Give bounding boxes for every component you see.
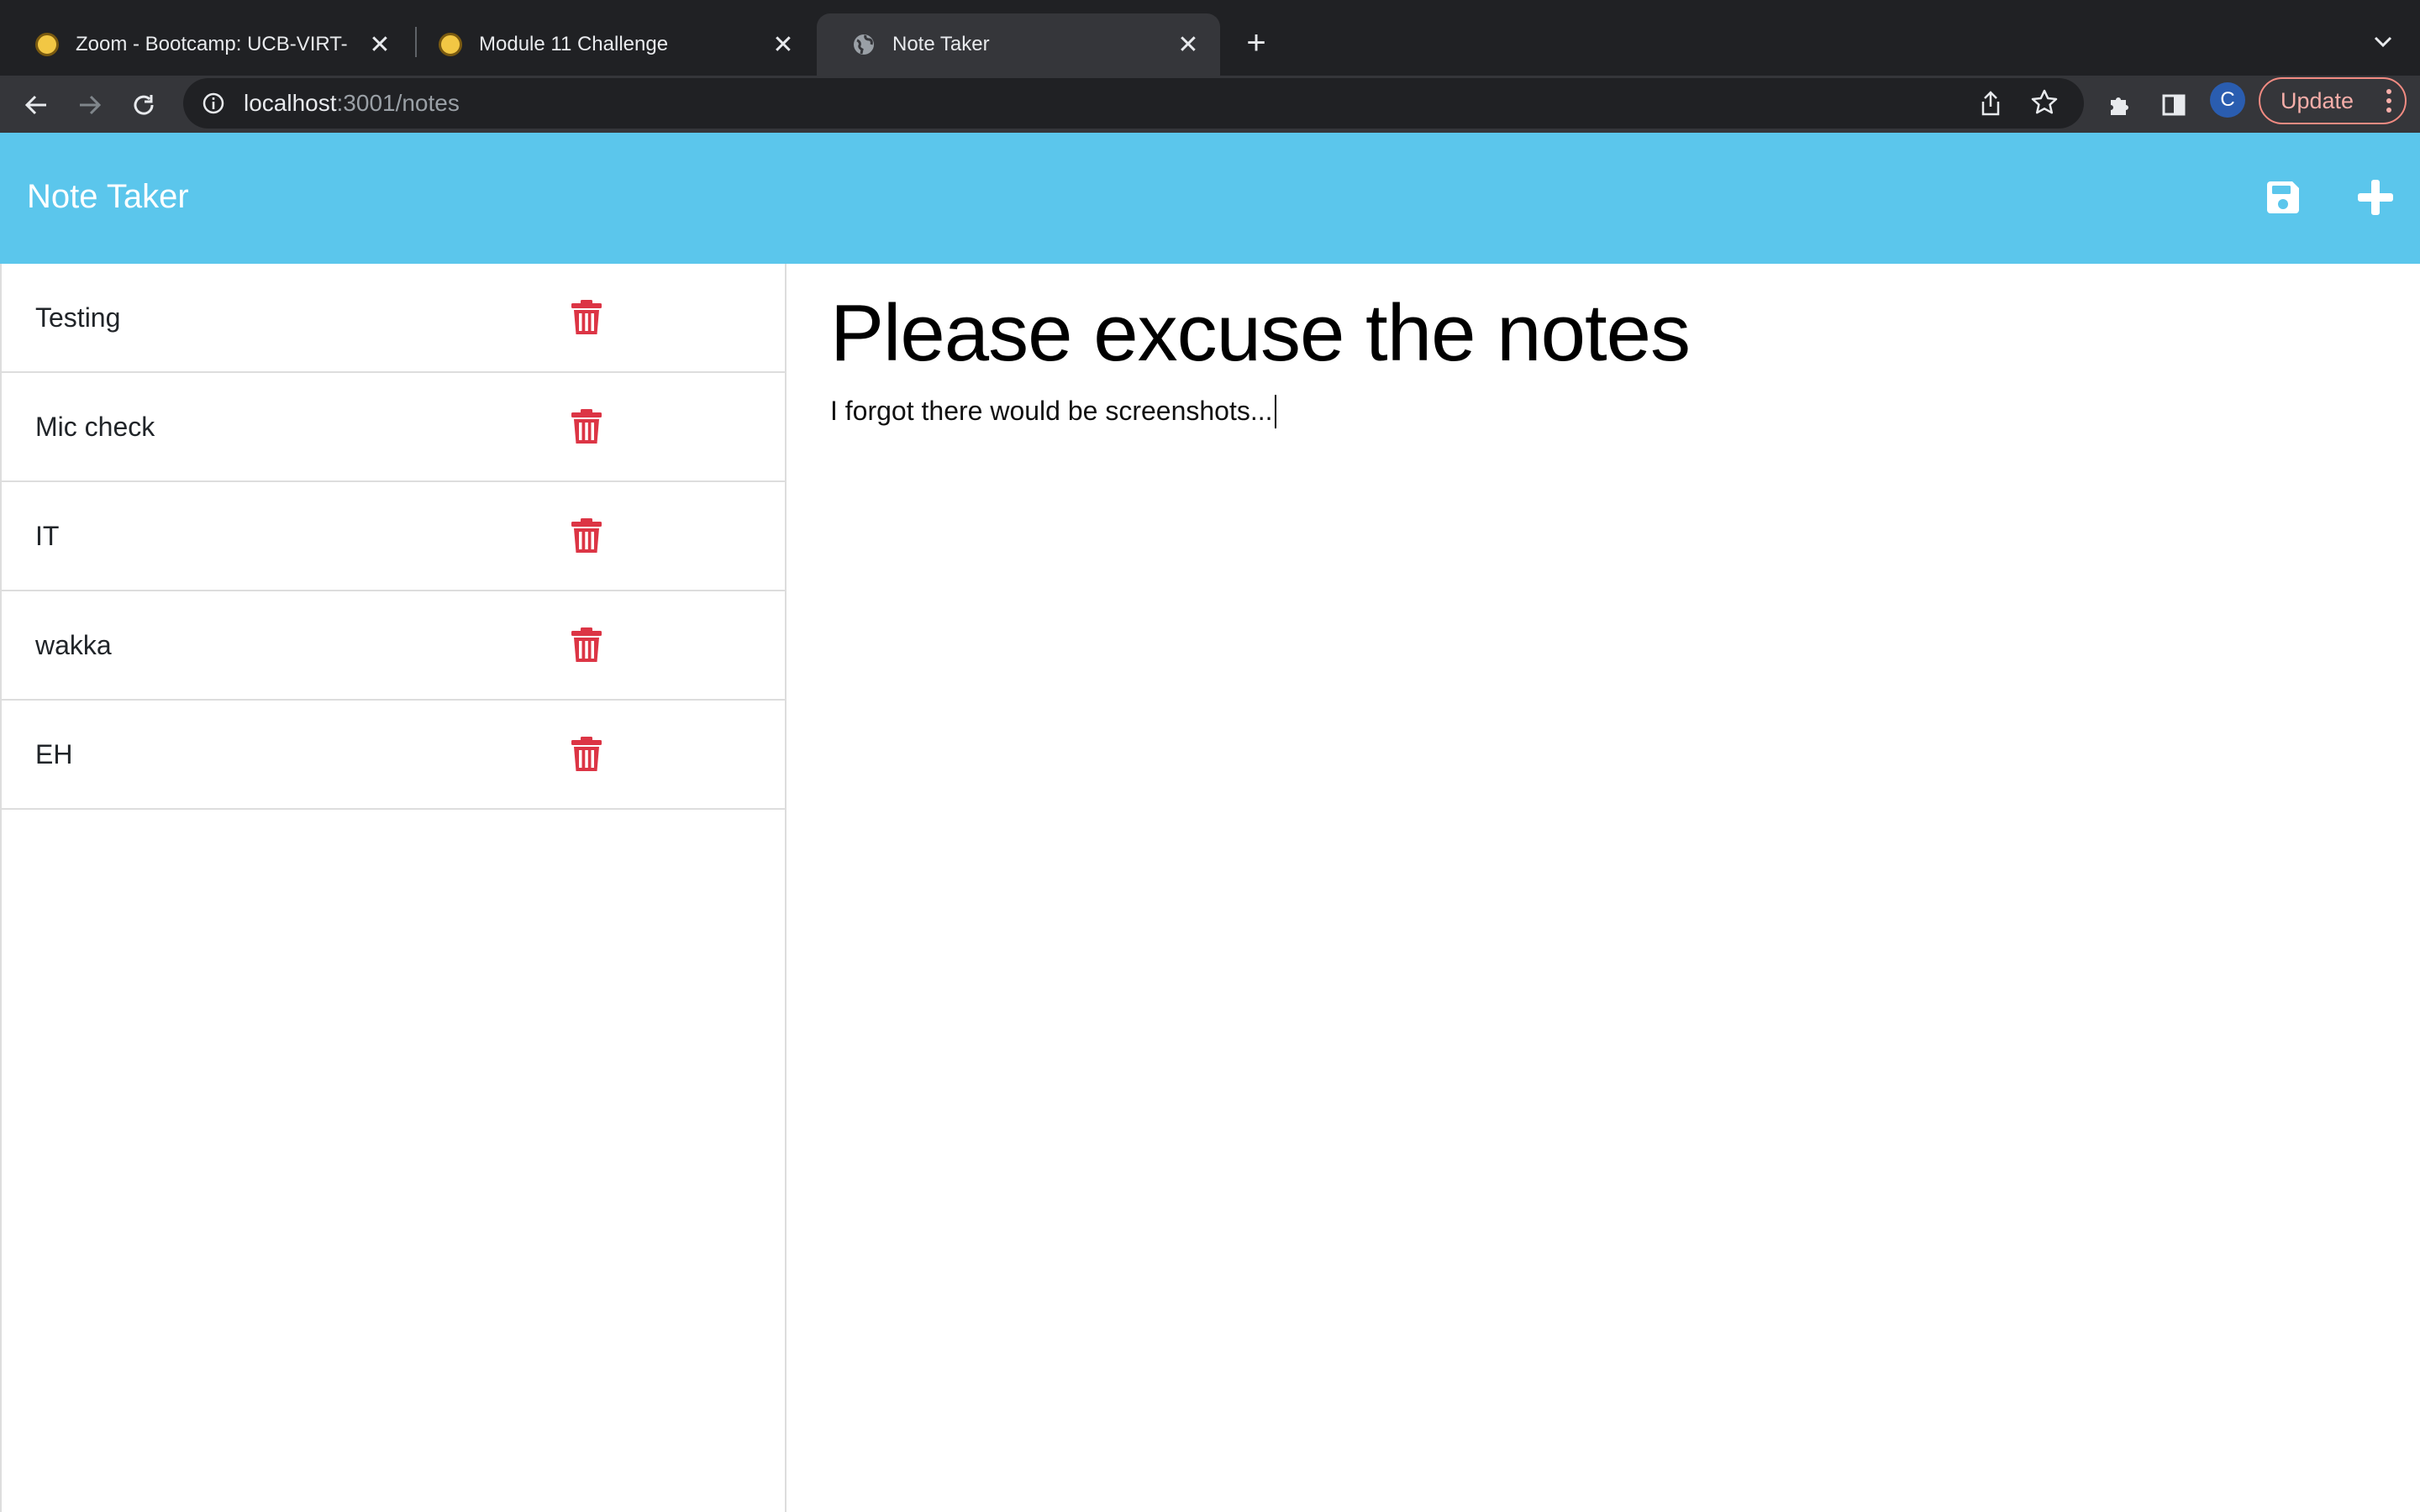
note-list-item-title: IT	[35, 520, 60, 551]
tab-title: Module 11 Challenge	[479, 33, 669, 55]
browser-tab-strip: Zoom - Bootcamp: UCB-VIRT- ✕ Module 11 C…	[0, 0, 2420, 76]
tab-close-icon[interactable]: ✕	[363, 28, 397, 61]
note-textarea[interactable]: I forgot there would be screenshots...	[830, 394, 2420, 428]
browser-toolbar: localhost:3001/notes C Update	[0, 76, 2420, 133]
share-icon[interactable]	[1978, 90, 2003, 121]
back-arrow-icon[interactable]	[17, 86, 55, 124]
reload-icon[interactable]	[124, 86, 163, 124]
note-list-item-title: wakka	[35, 629, 112, 660]
forward-arrow-icon[interactable]	[71, 86, 109, 124]
tab-search-chevron-icon[interactable]	[2363, 24, 2403, 60]
save-note-icon[interactable]	[2260, 175, 2306, 220]
trash-icon[interactable]	[570, 517, 603, 554]
note-text: I forgot there would be screenshots...	[830, 396, 1273, 427]
note-list-item[interactable]: wakka	[2, 591, 785, 701]
note-list-item-title: EH	[35, 738, 73, 769]
trash-icon[interactable]	[570, 627, 603, 664]
note-list: Testing Mic check IT wakka EH	[2, 264, 785, 810]
side-panel-icon[interactable]	[2154, 86, 2193, 124]
bookmark-star-icon[interactable]	[2030, 88, 2059, 121]
note-list-item[interactable]: EH	[2, 701, 785, 810]
profile-avatar[interactable]: C	[2210, 82, 2245, 118]
menu-dots-icon	[2386, 89, 2391, 117]
note-list-panel: Testing Mic check IT wakka EH	[0, 264, 786, 1512]
zoom-favicon-icon	[439, 33, 462, 56]
trash-icon[interactable]	[570, 408, 603, 445]
trash-icon[interactable]	[570, 736, 603, 773]
note-list-item-title: Mic check	[35, 411, 155, 442]
extensions-puzzle-icon[interactable]	[2101, 86, 2139, 124]
browser-tab-zoom[interactable]: Zoom - Bootcamp: UCB-VIRT- ✕	[0, 13, 412, 76]
update-label: Update	[2281, 87, 2354, 113]
browser-tab-module-11[interactable]: Module 11 Challenge ✕	[403, 13, 815, 76]
text-caret	[1274, 394, 1276, 428]
globe-icon	[852, 33, 876, 56]
note-list-item[interactable]: Testing	[2, 264, 785, 373]
zoom-favicon-icon	[35, 33, 59, 56]
url-host: localhost	[244, 90, 337, 116]
tab-title: Note Taker	[892, 33, 990, 55]
new-note-plus-icon[interactable]	[2353, 175, 2398, 220]
tab-close-icon[interactable]: ✕	[1171, 28, 1205, 61]
url-path: :3001/notes	[336, 90, 460, 116]
site-info-icon[interactable]	[200, 90, 227, 117]
new-tab-button[interactable]: +	[1235, 22, 1277, 64]
note-list-item[interactable]: Mic check	[2, 373, 785, 482]
note-list-item[interactable]: IT	[2, 482, 785, 591]
tab-title: Zoom - Bootcamp: UCB-VIRT-	[76, 33, 348, 55]
app-navbar: Note Taker	[0, 133, 2420, 264]
browser-tab-note-taker[interactable]: Note Taker ✕	[817, 13, 1220, 76]
tab-close-icon[interactable]: ✕	[766, 28, 800, 61]
trash-icon[interactable]	[570, 299, 603, 336]
app-brand[interactable]: Note Taker	[27, 178, 189, 216]
address-bar[interactable]: localhost:3001/notes	[183, 78, 2084, 129]
note-editor: Please excuse the notes I forgot there w…	[786, 264, 2420, 1512]
note-list-item-title: Testing	[35, 302, 121, 333]
update-button[interactable]: Update	[2259, 77, 2407, 124]
note-title-input[interactable]: Please excuse the notes	[830, 289, 2420, 378]
url-text: localhost:3001/notes	[244, 90, 460, 117]
